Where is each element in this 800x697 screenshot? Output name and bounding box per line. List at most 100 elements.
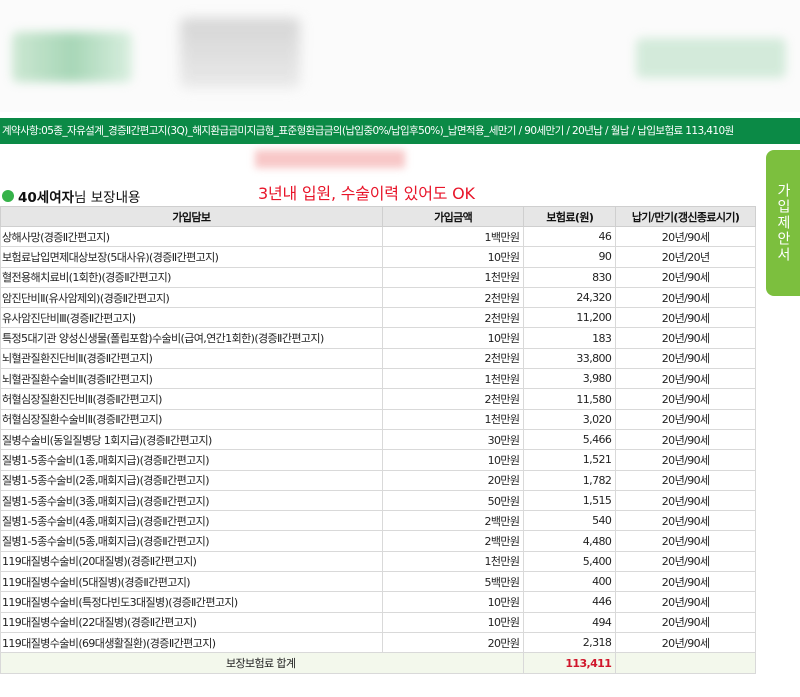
premium-cell: 2,318 [523,631,617,654]
term-cell: 20년/90세 [615,449,756,471]
coverage-name-cell: 뇌혈관질환수술비Ⅱ(경증Ⅱ간편고지) [0,368,383,390]
amount-cell: 5백만원 [381,571,525,593]
amount-cell: 2천만원 [381,347,525,370]
term-cell: 20년/90세 [615,510,756,532]
amount-cell: 2백만원 [381,510,525,532]
table-row: 질병1-5종수술비(5종,매회지급)(경증Ⅱ간편고지) 2백만원 4,480 20년/… [0,530,756,552]
table-row: 질병1-5종수술비(4종,매회지급)(경증Ⅱ간편고지) 2백만원 540 20년/90… [0,510,756,532]
premium-cell: 446 [523,591,617,613]
total-empty-cell [615,652,756,675]
table-row: 뇌혈관질환진단비Ⅱ(경증Ⅱ간편고지) 2천만원 33,800 20년/90세 [0,347,756,370]
term-cell: 20년/90세 [615,571,756,593]
coverage-name-cell: 질병1-5종수술비(3종,매회지급)(경증Ⅱ간편고지) [0,489,383,512]
premium-cell: 4,480 [523,530,617,552]
coverage-name-cell: 질병1-5종수술비(4종,매회지급)(경증Ⅱ간편고지) [0,510,383,532]
term-cell: 20년/90세 [615,530,756,552]
table-row: 질병1-5종수술비(2종,매회지급)(경증Ⅱ간편고지) 20만원 1,782 20년/… [0,469,756,491]
coverage-name-cell: 유사암진단비Ⅲ(경증Ⅱ간편고지) [0,307,383,329]
proposal-side-tab[interactable]: 가입제안서 [766,150,800,296]
amount-cell: 2천만원 [381,307,525,329]
table-row: 허혈심장질환진단비Ⅱ(경증Ⅱ간편고지) 2천만원 11,580 20년/90세 [0,388,756,410]
coverage-name-cell: 혈전용해치료비(1회한)(경증Ⅱ간편고지) [0,266,383,288]
coverage-name-cell: 질병1-5종수술비(2종,매회지급)(경증Ⅱ간편고지) [0,469,383,491]
coverage-label: 님 보장내용 [74,190,141,206]
term-cell: 20년/90세 [615,225,756,248]
header-coverage: 가입담보 [0,206,383,227]
table-row: 119대질병수술비(20대질병)(경증Ⅱ간편고지) 1천만원 5,400 20년/90… [0,550,756,573]
amount-cell: 2천만원 [381,388,525,410]
table-row: 상해사망(경증Ⅱ간편고지) 1백만원 46 20년/90세 [0,225,756,248]
amount-cell: 1천만원 [381,408,525,430]
table-row: 질병수술비(동일질병당 1회지급)(경증Ⅱ간편고지) 30만원 5,466 20년/9… [0,428,756,451]
term-cell: 20년/90세 [615,469,756,491]
premium-cell: 3,980 [523,368,617,390]
premium-cell: 1,521 [523,449,617,471]
coverage-name-cell: 상해사망(경증Ⅱ간편고지) [0,225,383,248]
premium-cell: 46 [523,225,617,248]
premium-cell: 90 [523,246,617,268]
term-cell: 20년/90세 [615,591,756,613]
coverage-name-cell: 질병1-5종수술비(5종,매회지급)(경증Ⅱ간편고지) [0,530,383,552]
table-row: 119대질병수술비(69대생활질환)(경증Ⅱ간편고지) 20만원 2,318 20년/… [0,631,756,654]
blurred-header-text [180,18,300,88]
table-row: 암진단비Ⅱ(유사암제외)(경증Ⅱ간편고지) 2천만원 24,320 20년/90세 [0,286,756,309]
amount-cell: 10만원 [381,611,525,633]
blurred-logo [12,32,132,82]
term-cell: 20년/20년 [615,246,756,268]
premium-cell: 494 [523,611,617,633]
table-row: 119대질병수술비(특정다빈도3대질병)(경증Ⅱ간편고지) 10만원 446 20년/… [0,591,756,613]
term-cell: 20년/90세 [615,631,756,654]
term-cell: 20년/90세 [615,388,756,410]
amount-cell: 2천만원 [381,286,525,309]
coverage-name-cell: 119대질병수술비(특정다빈도3대질병)(경증Ⅱ간편고지) [0,591,383,613]
contract-summary-text: 계약사항:05종_자유설계_경증Ⅱ간편고지(3Q)_해지환급금미지급형_표준형환… [2,125,734,137]
premium-cell: 5,466 [523,428,617,451]
amount-cell: 1천만원 [381,368,525,390]
term-cell: 20년/90세 [615,307,756,329]
promo-note: 3년내 입원, 수술이력 있어도 OK [258,184,475,203]
header-premium: 보험료(원) [523,206,617,227]
table-row: 질병1-5종수술비(3종,매회지급)(경증Ⅱ간편고지) 50만원 1,515 20년/… [0,489,756,512]
insured-label: 40세여자 [18,190,75,206]
amount-cell: 1백만원 [381,225,525,248]
premium-cell: 5,400 [523,550,617,573]
side-tab-label: 가입제안서 [775,183,791,263]
coverage-name-cell: 허혈심장질환수술비Ⅱ(경증Ⅱ간편고지) [0,408,383,430]
term-cell: 20년/90세 [615,266,756,288]
amount-cell: 10만원 [381,327,525,349]
coverage-name-cell: 특정5대기관 양성신생물(폴립포함)수술비(급여,연간1회한)(경증Ⅱ간편고지) [0,327,383,349]
amount-cell: 10만원 [381,591,525,613]
coverage-name-cell: 질병수술비(동일질병당 1회지급)(경증Ⅱ간편고지) [0,428,383,451]
site-header [0,0,800,112]
table-row: 119대질병수술비(22대질병)(경증Ⅱ간편고지) 10만원 494 20년/90세 [0,611,756,633]
premium-cell: 540 [523,510,617,532]
table-header-row: 가입담보 가입금액 보험료(원) 납기/만기(갱신종료시기) [0,206,756,227]
table-row: 혈전용해치료비(1회한)(경증Ⅱ간편고지) 1천만원 830 20년/90세 [0,266,756,288]
blurred-highlight [255,150,405,168]
amount-cell: 20만원 [381,631,525,654]
blurred-header-button [636,38,786,78]
coverage-name-cell: 뇌혈관질환진단비Ⅱ(경증Ⅱ간편고지) [0,347,383,370]
table-row: 특정5대기관 양성신생물(폴립포함)수술비(급여,연간1회한)(경증Ⅱ간편고지)… [0,327,756,349]
coverage-name-cell: 119대질병수술비(5대질병)(경증Ⅱ간편고지) [0,571,383,593]
table-row: 허혈심장질환수술비Ⅱ(경증Ⅱ간편고지) 1천만원 3,020 20년/90세 [0,408,756,430]
coverage-name-cell: 보험료납입면제대상보장(5대사유)(경증Ⅱ간편고지) [0,246,383,268]
amount-cell: 1천만원 [381,550,525,573]
premium-cell: 3,020 [523,408,617,430]
premium-cell: 1,782 [523,469,617,491]
amount-cell: 10만원 [381,449,525,471]
premium-cell: 183 [523,327,617,349]
amount-cell: 50만원 [381,489,525,512]
amount-cell: 2백만원 [381,530,525,552]
table-row: 뇌혈관질환수술비Ⅱ(경증Ⅱ간편고지) 1천만원 3,980 20년/90세 [0,368,756,390]
premium-cell: 400 [523,571,617,593]
total-premium: 113,411 [523,652,617,675]
term-cell: 20년/90세 [615,489,756,512]
header-amount: 가입금액 [381,206,525,227]
header-term: 납기/만기(갱신종료시기) [615,206,756,227]
premium-cell: 11,580 [523,388,617,410]
amount-cell: 20만원 [381,469,525,491]
term-cell: 20년/90세 [615,408,756,430]
term-cell: 20년/90세 [615,368,756,390]
coverage-name-cell: 암진단비Ⅱ(유사암제외)(경증Ⅱ간편고지) [0,286,383,309]
